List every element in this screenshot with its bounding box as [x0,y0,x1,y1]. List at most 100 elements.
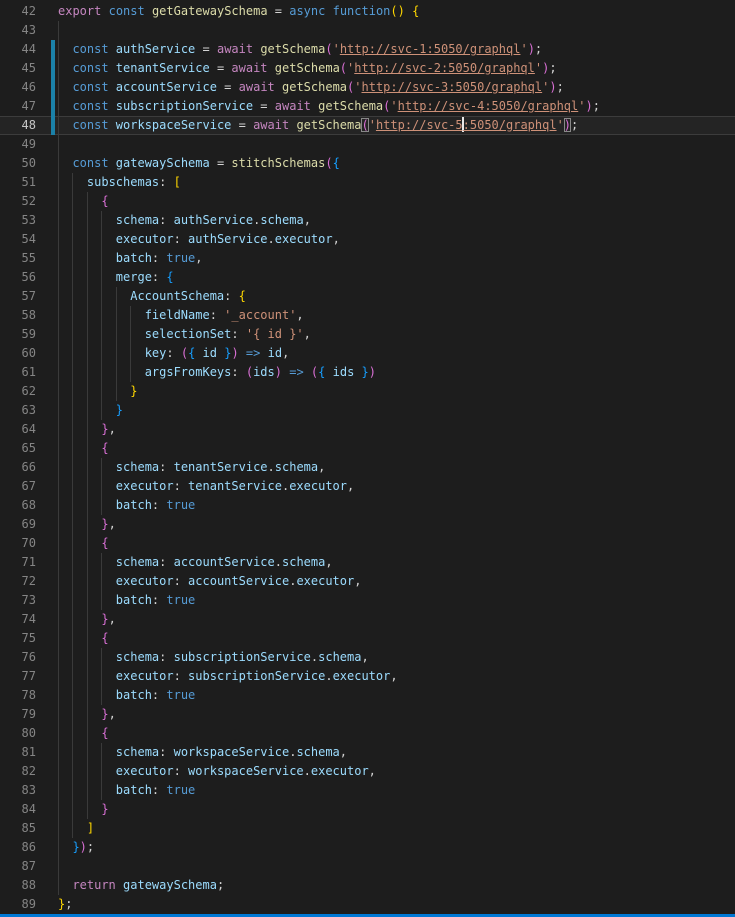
line-number[interactable]: 77 [0,667,36,686]
code-line-content[interactable]: schema: accountService.schema, [58,553,735,572]
line-number[interactable]: 66 [0,458,36,477]
code-line[interactable]: 70{ [0,534,735,553]
line-number[interactable]: 50 [0,154,36,173]
code-line-content[interactable]: const gatewaySchema = stitchSchemas({ [58,154,735,173]
line-number[interactable]: 67 [0,477,36,496]
code-line-content[interactable]: const accountService = await getSchema('… [58,78,735,97]
code-line[interactable]: 66schema: tenantService.schema, [0,458,735,477]
code-line[interactable]: 44 const authService = await getSchema('h… [0,40,735,59]
line-number[interactable]: 69 [0,515,36,534]
line-number[interactable]: 78 [0,686,36,705]
code-line-content[interactable]: } [58,800,735,819]
code-line-content[interactable]: schema: workspaceService.schema, [58,743,735,762]
line-number[interactable]: 54 [0,230,36,249]
code-line-content[interactable]: schema: subscriptionService.schema, [58,648,735,667]
line-number[interactable]: 68 [0,496,36,515]
code-line[interactable]: 54 executor: authService.executor, [0,230,735,249]
code-line[interactable]: 68 batch: true [0,496,735,515]
code-line[interactable]: 62} [0,382,735,401]
line-number[interactable]: 49 [0,135,36,154]
code-line[interactable]: 61 argsFromKeys: (ids) => ({ ids }) [0,363,735,382]
line-number[interactable]: 65 [0,439,36,458]
code-line[interactable]: 48const workspaceService = await getSche… [0,116,735,135]
code-line-content[interactable]: const authService = await getSchema('htt… [58,40,735,59]
line-number[interactable]: 61 [0,363,36,382]
line-number[interactable]: 79 [0,705,36,724]
code-line-content[interactable]: argsFromKeys: (ids) => ({ ids }) [58,363,735,382]
code-line-content[interactable]: batch: true [58,781,735,800]
code-line-content[interactable]: { [58,629,735,648]
code-line[interactable]: 59selectionSet: '{ id }', [0,325,735,344]
line-number[interactable]: 53 [0,211,36,230]
code-line-content[interactable]: executor: authService.executor, [58,230,735,249]
line-number[interactable]: 82 [0,762,36,781]
code-line[interactable]: 46 const accountService = await getSchema… [0,78,735,97]
code-line[interactable]: 52{ [0,192,735,211]
code-line-content[interactable]: { [58,192,735,211]
code-line[interactable]: 58fieldName: '_account', [0,306,735,325]
code-line-content[interactable]: { [58,439,735,458]
line-number[interactable]: 83 [0,781,36,800]
code-line[interactable]: 80{ [0,724,735,743]
code-line[interactable]: 72executor: accountService.executor, [0,572,735,591]
line-number[interactable]: 73 [0,591,36,610]
line-number[interactable]: 81 [0,743,36,762]
code-line[interactable]: 57AccountSchema: { [0,287,735,306]
code-line[interactable]: 78 batch: true [0,686,735,705]
code-line[interactable]: 84} [0,800,735,819]
code-line[interactable]: 45 const tenantService = await getSchema(… [0,59,735,78]
code-line-content[interactable]: }); [58,838,735,857]
code-line-content[interactable]: }, [58,420,735,439]
line-number[interactable]: 75 [0,629,36,648]
code-line[interactable]: 55batch: true, [0,249,735,268]
code-line[interactable]: 42export const getGatewaySchema = async … [0,2,735,21]
code-line[interactable]: 73 batch: true [0,591,735,610]
code-line[interactable]: 65 { [0,439,735,458]
code-line[interactable]: 81 schema: workspaceService.schema, [0,743,735,762]
code-line[interactable]: 79}, [0,705,735,724]
line-number[interactable]: 42 [0,2,36,21]
line-number[interactable]: 63 [0,401,36,420]
line-number[interactable]: 45 [0,59,36,78]
line-number[interactable]: 76 [0,648,36,667]
line-number[interactable]: 46 [0,78,36,97]
code-line-content[interactable]: AccountSchema: { [58,287,735,306]
code-line-content[interactable] [58,857,735,876]
code-line[interactable]: 43 [0,21,735,40]
code-line[interactable]: 89}; [0,895,735,914]
code-line[interactable]: 87 [0,857,735,876]
code-line-content[interactable]: const tenantService = await getSchema('h… [58,59,735,78]
code-line-content[interactable]: executor: workspaceService.executor, [58,762,735,781]
line-number[interactable]: 85 [0,819,36,838]
code-line-content[interactable]: const workspaceService = await getSchema… [58,116,735,135]
code-line[interactable]: 82 executor: workspaceService.executor, [0,762,735,781]
code-line-content[interactable]: }; [58,895,735,914]
line-number[interactable]: 59 [0,325,36,344]
code-line[interactable]: 63} [0,401,735,420]
code-line-content[interactable]: merge: { [58,268,735,287]
code-line[interactable]: 51subschemas: [ [0,173,735,192]
code-line-content[interactable]: subschemas: [ [58,173,735,192]
code-line-content[interactable]: }, [58,610,735,629]
code-line-content[interactable]: }, [58,705,735,724]
line-number[interactable]: 47 [0,97,36,116]
code-line-content[interactable]: batch: true, [58,249,735,268]
code-line-content[interactable] [58,135,735,154]
code-line-content[interactable]: batch: true [58,591,735,610]
line-number[interactable]: 86 [0,838,36,857]
code-line[interactable]: 86}); [0,838,735,857]
line-number[interactable]: 56 [0,268,36,287]
line-number[interactable]: 89 [0,895,36,914]
code-line[interactable]: 56 merge: { [0,268,735,287]
line-number[interactable]: 80 [0,724,36,743]
code-line-content[interactable]: batch: true [58,496,735,515]
code-line[interactable]: 88return gatewaySchema; [0,876,735,895]
code-line-content[interactable]: } [58,401,735,420]
code-line-content[interactable]: schema: authService.schema, [58,211,735,230]
line-number[interactable]: 60 [0,344,36,363]
code-line-content[interactable]: { [58,534,735,553]
code-line[interactable]: 49 [0,135,735,154]
line-number[interactable]: 44 [0,40,36,59]
line-number[interactable]: 72 [0,572,36,591]
code-line-content[interactable]: batch: true [58,686,735,705]
